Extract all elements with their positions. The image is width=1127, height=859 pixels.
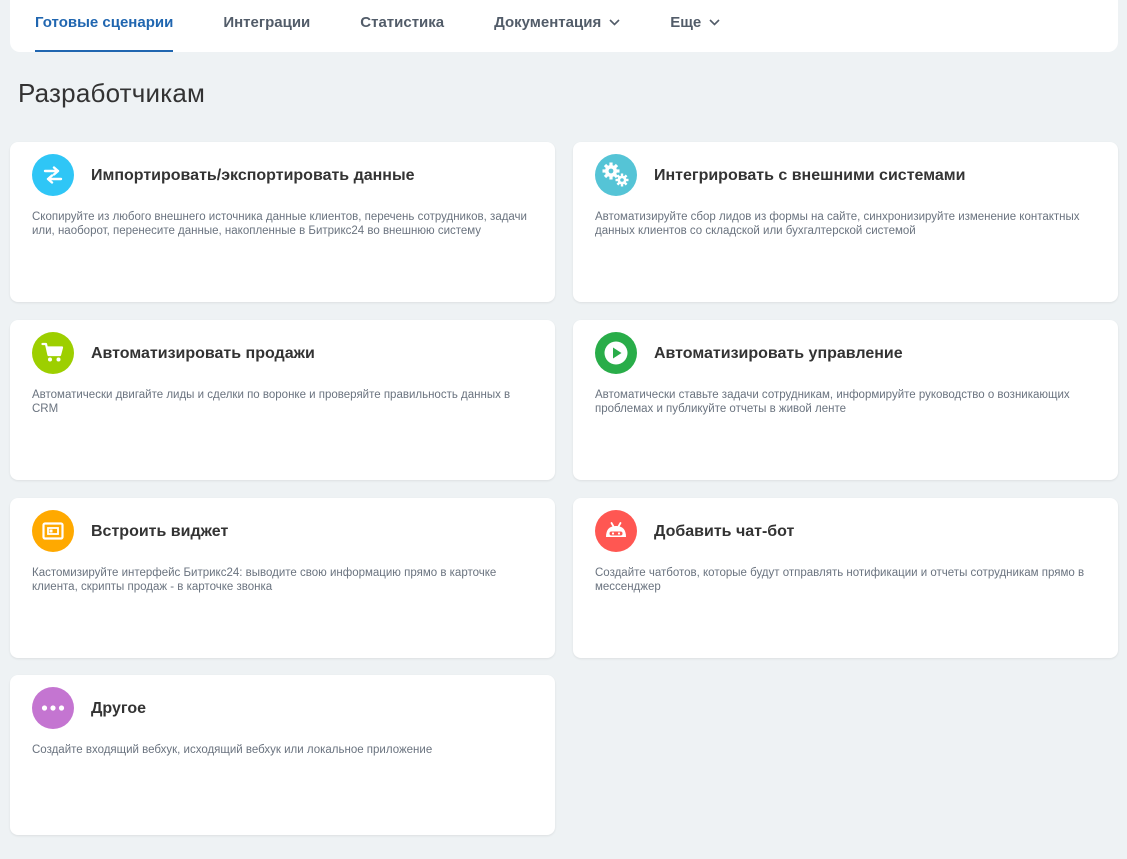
widget-icon [32, 510, 74, 552]
tab-documentation[interactable]: Документация [494, 0, 620, 52]
robot-icon [595, 510, 637, 552]
tab-integrations[interactable]: Интеграции [223, 0, 310, 52]
tab-label: Готовые сценарии [35, 13, 174, 31]
cart-icon [32, 332, 74, 374]
card-title: Другое [91, 700, 146, 717]
card-title: Интегрировать с внешними системами [654, 167, 966, 184]
card-title: Встроить виджет [91, 523, 229, 540]
tab-label: Еще [670, 13, 702, 31]
tab-label: Статистика [360, 13, 445, 31]
page-title: Разработчикам [18, 78, 206, 108]
card-title: Добавить чат-бот [654, 523, 795, 540]
card-description: Автоматически ставьте задачи сотрудникам… [595, 389, 1070, 415]
card-integrate-external[interactable]: Интегрировать с внешними системами Автом… [573, 142, 1118, 302]
card-description: Автоматизируйте сбор лидов из формы на с… [595, 211, 1080, 237]
card-automate-sales[interactable]: Автоматизировать продажи Автоматически д… [10, 320, 555, 480]
card-other[interactable]: Другое Создайте входящий вебхук, исходящ… [10, 675, 555, 835]
tab-more[interactable]: Еще [670, 0, 720, 52]
chevron-down-icon [709, 18, 720, 26]
card-add-chatbot[interactable]: Добавить чат-бот Создайте чатботов, кото… [573, 498, 1118, 658]
card-description: Автоматически двигайте лиды и сделки по … [32, 389, 511, 415]
tab-label: Документация [494, 13, 602, 31]
dots-icon [32, 687, 74, 729]
arrows-exchange-icon [32, 154, 74, 196]
card-title: Автоматизировать продажи [91, 345, 315, 362]
card-description: Скопируйте из любого внешнего источника … [32, 211, 527, 237]
card-description: Кастомизируйте интерфейс Битрикс24: выво… [32, 567, 497, 593]
card-description: Создайте входящий вебхук, исходящий вебх… [32, 744, 433, 756]
card-automate-management[interactable]: Автоматизировать управление Автоматическ… [573, 320, 1118, 480]
tab-statistics[interactable]: Статистика [360, 0, 444, 52]
card-embed-widget[interactable]: Встроить виджет Кастомизируйте интерфейс… [10, 498, 555, 658]
card-import-export[interactable]: Импортировать/экспортировать данные Скоп… [10, 142, 555, 302]
tab-label: Интеграции [223, 13, 311, 31]
card-title: Автоматизировать управление [654, 345, 903, 362]
tab-ready-scenarios[interactable]: Готовые сценарии [35, 0, 174, 52]
card-title: Импортировать/экспортировать данные [91, 167, 415, 184]
top-navigation: Готовые сценарии Интеграции Статистика Д… [10, 0, 1118, 52]
play-icon [595, 332, 637, 374]
card-description: Создайте чатботов, которые будут отправл… [595, 567, 1085, 593]
chevron-down-icon [609, 18, 620, 26]
gears-icon [595, 154, 637, 196]
